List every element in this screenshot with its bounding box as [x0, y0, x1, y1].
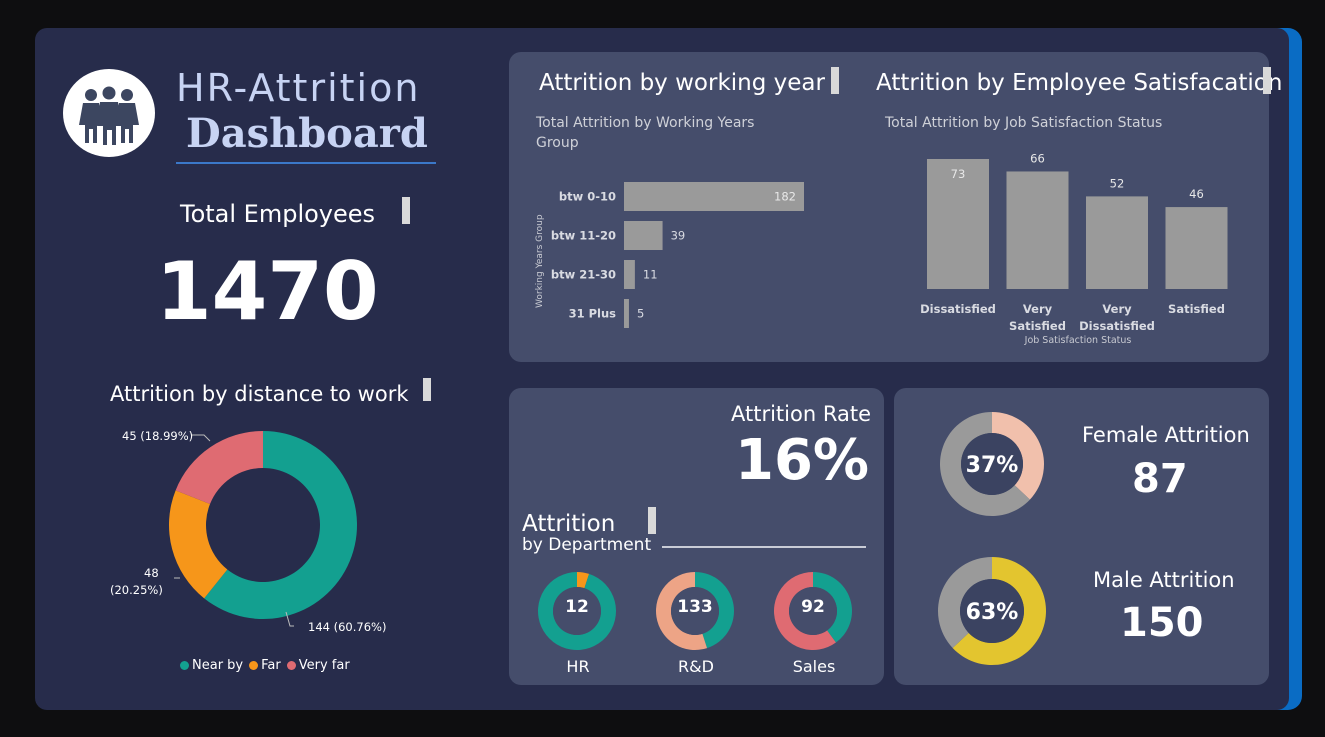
legend-item-near-by[interactable]: Near by — [180, 658, 243, 673]
working-year-axis-label: Working Years Group — [535, 214, 545, 308]
male-attrition-label: Male Attrition — [1093, 568, 1235, 592]
department-name-label: Sales — [793, 657, 836, 676]
working-year-bar[interactable] — [624, 299, 629, 328]
people-group-icon — [79, 86, 139, 145]
distance-chart-title: Attrition by distance to work — [110, 382, 409, 406]
working-year-value-label: 11 — [643, 268, 658, 282]
app-title-line1: HR-Attrition — [176, 66, 421, 110]
working-year-subtitle-line1: Total Attrition by Working Years — [536, 115, 755, 131]
department-count-label: 12 — [565, 597, 589, 617]
very-far-leader-line — [192, 434, 211, 442]
legend-dot-teal — [180, 661, 189, 670]
legend-dot-orange — [249, 661, 259, 670]
working-year-bar[interactable] — [624, 260, 635, 289]
department-title-rule — [662, 546, 866, 548]
male-percent-label: 63% — [966, 600, 1019, 625]
title-marker — [402, 197, 410, 224]
working-year-category-label: btw 21-30 — [551, 268, 616, 282]
working-year-bar-chart: Working Years Group btw 0-10 182 btw 11-20… — [535, 182, 804, 328]
near-data-label: 144 (60.76%) — [308, 620, 386, 634]
satisfaction-bar[interactable] — [1006, 171, 1069, 289]
total-employees-label: Total Employees — [180, 200, 376, 228]
title-marker — [423, 378, 431, 401]
title-marker — [831, 67, 839, 94]
far-data-label-count: 48 — [144, 566, 159, 580]
female-attrition-value: 87 — [1132, 456, 1188, 502]
satisfaction-subtitle: Total Attrition by Job Satisfaction Stat… — [885, 115, 1163, 131]
app-title-line2: Dashboard — [186, 110, 428, 157]
working-year-value-label: 39 — [671, 229, 686, 243]
satisfaction-bars: 73 Dissatisfied 66 Very Satisfied 52 Very Dissa… — [920, 151, 1228, 333]
legend-label: Near by — [192, 658, 244, 673]
satisfaction-bar[interactable] — [1165, 207, 1228, 289]
attrition-rate-value: 16% — [735, 428, 870, 493]
legend-label: Very far — [298, 658, 350, 673]
title-underline — [176, 162, 436, 164]
legend-label: Far — [261, 658, 281, 673]
working-year-bar[interactable] — [624, 221, 663, 250]
satisfaction-category-label: Satisfied — [1009, 319, 1066, 333]
legend-item-very-far[interactable]: Very far — [286, 658, 350, 673]
department-name-label: HR — [566, 657, 589, 676]
far-data-label-percent: (20.25%) — [110, 583, 163, 597]
satisfaction-value-label: 73 — [951, 167, 966, 181]
working-year-category-label: btw 11-20 — [551, 229, 616, 243]
department-count-label: 133 — [677, 597, 713, 617]
satisfaction-category-label: Satisfied — [1168, 302, 1225, 316]
satisfaction-title: Attrition by Employee Satisfacation — [876, 70, 1283, 96]
satisfaction-value-label: 46 — [1189, 187, 1204, 201]
title-marker — [1263, 67, 1271, 94]
department-name-label: R&D — [678, 657, 714, 676]
satisfaction-bar-chart: 73 Dissatisfied 66 Very Satisfied 52 Very Dissa… — [920, 151, 1228, 346]
department-title-line1: Attrition — [522, 511, 616, 537]
title-marker — [648, 507, 656, 534]
department-count-label: 92 — [801, 597, 825, 617]
satisfaction-axis-label: Job Satisfaction Status — [1024, 335, 1132, 346]
department-title-line2: by Department — [522, 535, 652, 555]
very-far-data-label: 45 (18.99%) — [122, 429, 193, 443]
department-donuts: 12 HR 133 R&D 92 Sales — [538, 572, 852, 676]
working-year-value-label: 182 — [774, 190, 796, 204]
satisfaction-category-label: Dissatisfied — [920, 302, 996, 316]
working-year-category-label: btw 0-10 — [559, 190, 616, 204]
female-percent-label: 37% — [966, 453, 1019, 478]
satisfaction-value-label: 52 — [1110, 176, 1125, 190]
distance-legend: Near by Far Very far — [180, 658, 350, 673]
gender-donuts: 37% 63% — [938, 412, 1046, 665]
legend-dot-coral — [286, 661, 296, 670]
total-employees-value: 1470 — [156, 245, 379, 338]
working-year-title: Attrition by working year — [539, 70, 825, 96]
gender-donut-group: 37% 63% — [938, 412, 1046, 665]
legend-item-far[interactable]: Far — [249, 658, 281, 673]
working-year-subtitle-line2: Group — [536, 135, 579, 151]
distance-donut-chart: 45 (18.99%) 48 (20.25%) 144 (60.76%) — [110, 429, 386, 634]
satisfaction-category-label: Dissatisfied — [1079, 319, 1155, 333]
working-year-category-label: 31 Plus — [569, 307, 617, 321]
satisfaction-category-label: Very — [1023, 302, 1053, 316]
attrition-rate-label: Attrition Rate — [731, 402, 871, 426]
department-donut-group: 12 HR 133 R&D 92 Sales — [538, 572, 852, 676]
working-year-bars: btw 0-10 182 btw 11-20 39 btw 21-30 11 31 Plus… — [551, 182, 804, 328]
female-attrition-label: Female Attrition — [1082, 423, 1250, 447]
logo — [63, 69, 155, 157]
working-year-value-label: 5 — [637, 307, 644, 321]
satisfaction-value-label: 66 — [1030, 151, 1045, 165]
male-attrition-value: 150 — [1120, 600, 1204, 646]
satisfaction-bar[interactable] — [1086, 196, 1148, 289]
distance-donut-group — [169, 431, 357, 619]
satisfaction-category-label: Very — [1102, 302, 1132, 316]
